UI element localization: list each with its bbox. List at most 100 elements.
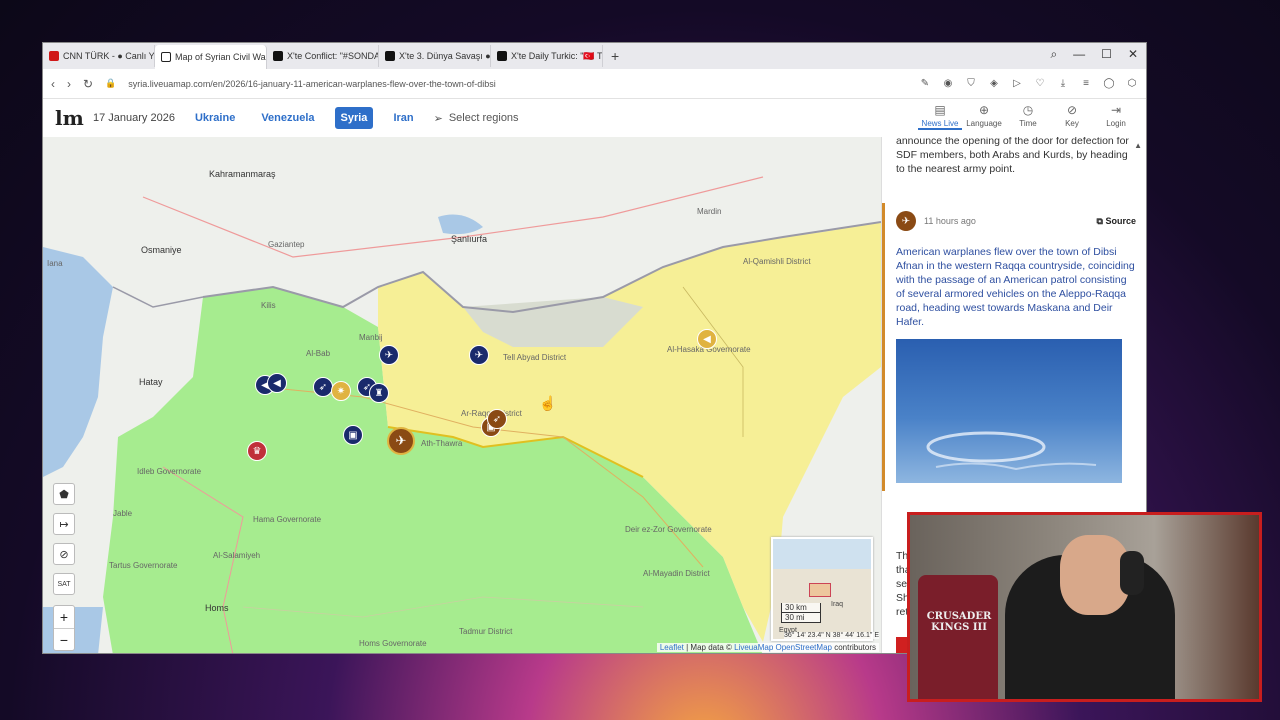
news-time: 11 hours ago: [924, 216, 976, 226]
reload-icon[interactable]: ↻: [83, 77, 93, 91]
scale-bar: 30 km 30 mi: [781, 603, 821, 623]
airplane-marker[interactable]: ✈: [469, 345, 489, 365]
header-menu: ▤ News Live ⊕ Language ◷ Time ⊘ Key ⇥ Lo…: [918, 101, 1138, 130]
site-header: lm 17 January 2026 Ukraine Venezuela Syr…: [43, 99, 1146, 137]
navigation-arrow-icon: ➢: [433, 112, 443, 125]
label-kahramanmaras: Kahramanmaraş: [209, 169, 276, 179]
label-jable: Jable: [113, 509, 133, 518]
camera-icon[interactable]: ◉: [942, 78, 954, 89]
clock-icon: ◷: [1022, 103, 1034, 117]
vpn-icon[interactable]: ◈: [988, 78, 1000, 89]
minimize-icon[interactable]: —: [1073, 47, 1085, 62]
region-venezuela[interactable]: Venezuela: [255, 107, 320, 129]
rocket-marker[interactable]: ➶: [313, 377, 333, 397]
login-button[interactable]: ⇥ Login: [1094, 101, 1138, 130]
hide-layers-button[interactable]: ⊘: [53, 543, 75, 565]
megaphone-marker[interactable]: ◀: [697, 329, 717, 349]
liveuamap-logo[interactable]: lm: [55, 106, 84, 130]
cursor-coordinates: 36° 14' 23.4" N 38° 44' 16.1" E: [784, 632, 879, 639]
back-icon[interactable]: ‹: [51, 77, 55, 91]
language-button[interactable]: ⊕ Language: [962, 101, 1006, 130]
heart-icon[interactable]: ♡: [1034, 78, 1046, 89]
profile-icon[interactable]: ◯: [1103, 78, 1115, 89]
headset-icon: [1120, 551, 1144, 595]
label-tadmur: Tadmur District: [459, 627, 513, 636]
crown-marker[interactable]: ♛: [247, 441, 267, 461]
explosion-marker[interactable]: ✷: [331, 381, 351, 401]
new-tab-button[interactable]: +: [603, 48, 627, 64]
region-syria[interactable]: Syria: [334, 107, 374, 129]
tab-x-dunya[interactable]: X'te 3. Dünya Savaşı ●: [379, 45, 491, 67]
tab-x-conflict[interactable]: X'te Conflict: "#SONDAKİ: [267, 45, 379, 67]
url-field[interactable]: syria.liveuamap.com/en/2026/16-january-1…: [128, 79, 907, 89]
close-icon[interactable]: ✕: [1128, 47, 1138, 62]
satellite-button[interactable]: SAT: [53, 573, 75, 595]
x-icon: [497, 51, 507, 61]
label-al-salamiyeh: Al-Salamiyeh: [213, 551, 261, 560]
label-hama-gov: Hama Governorate: [253, 515, 322, 524]
tab-liveuamap[interactable]: Map of Syrian Civil War - ✕: [155, 45, 267, 69]
login-icon: ⇥: [1110, 103, 1122, 117]
soldier-marker[interactable]: ♜: [369, 383, 389, 403]
map-canvas[interactable]: Kahramanmaraş Osmaniye Gaziantep Şanlıur…: [43, 137, 881, 653]
news-text: American warplanes flew over the town of…: [896, 246, 1135, 328]
external-link-icon: ⧉: [1096, 215, 1103, 226]
zoom-out-button[interactable]: −: [54, 628, 74, 650]
chevron-up-icon[interactable]: ▲: [1134, 141, 1142, 150]
tab-cnn-turk[interactable]: CNN TÜRK - ● Canlı Yay: [43, 45, 155, 67]
tab-x-daily-turkic[interactable]: X'te Daily Turkic: "🇹🇷 Turki: [491, 45, 603, 67]
compass-icon: ⊘: [1066, 103, 1078, 117]
zoom-control: + −: [53, 605, 75, 651]
time-button[interactable]: ◷ Time: [1006, 101, 1050, 130]
menu-icon[interactable]: ≡: [1080, 78, 1092, 89]
label-homs: Homs: [205, 603, 229, 613]
label-sanliurfa: Şanlıurfa: [451, 234, 488, 244]
address-bar: ‹ › ↻ 🔒 syria.liveuamap.com/en/2026/16-j…: [43, 69, 1146, 99]
label-idleb-gov: Idleb Governorate: [137, 467, 202, 476]
news-live-button[interactable]: ▤ News Live: [918, 101, 962, 130]
rocket-marker[interactable]: ➶: [487, 409, 507, 429]
map-shapes: [43, 176, 881, 653]
region-ukraine[interactable]: Ukraine: [189, 107, 241, 129]
label-iana: Iana: [47, 259, 63, 268]
airplane-marker[interactable]: ✈: [379, 345, 399, 365]
label-tell-abyad: Tell Abyad District: [503, 353, 567, 362]
browser-toolbar: ✎ ◉ ⛉ ◈ ▷ ♡ ⤓ ≡ ◯ ⬡: [919, 78, 1138, 89]
label-tartus: Tartus Governorate: [109, 561, 178, 570]
label-mardin: Mardin: [697, 207, 722, 216]
play-icon[interactable]: ▷: [1011, 78, 1023, 89]
news-image[interactable]: [896, 339, 1122, 483]
megaphone-marker[interactable]: ◀: [267, 373, 287, 393]
globe-icon: ⊕: [978, 103, 990, 117]
forward-icon[interactable]: ›: [67, 77, 71, 91]
search-icon[interactable]: ⌕: [1050, 47, 1057, 62]
label-kilis: Kilis: [261, 301, 276, 310]
label-ath-thawra: Ath-Thawra: [421, 439, 463, 448]
x-icon: [385, 51, 395, 61]
extension-icon[interactable]: ⬡: [1126, 78, 1138, 89]
liveuamap-icon: [161, 52, 171, 62]
region-iran[interactable]: Iran: [387, 107, 419, 129]
edit-icon[interactable]: ✎: [919, 78, 931, 89]
label-hatay: Hatay: [139, 377, 163, 387]
news-item[interactable]: ✈ 11 hours ago ⧉ Source American warplan…: [882, 203, 1146, 491]
maximize-icon[interactable]: ☐: [1101, 47, 1112, 62]
zoom-in-button[interactable]: +: [54, 606, 74, 628]
news-icon: ▤: [934, 103, 946, 117]
map-attribution: Leaflet | Map data © LiveuaMap OpenStree…: [656, 643, 879, 652]
shield-icon[interactable]: ⛉: [965, 78, 977, 89]
key-button[interactable]: ⊘ Key: [1050, 101, 1094, 130]
lock-icon[interactable]: 🔒: [105, 78, 116, 89]
tab-bar: CNN TÜRK - ● Canlı Yay Map of Syrian Civ…: [43, 43, 1146, 69]
airplane-icon: ✈: [896, 211, 916, 231]
draw-polygon-button[interactable]: ⬟: [53, 483, 75, 505]
measure-button[interactable]: ↦: [53, 513, 75, 535]
source-link[interactable]: ⧉ Source: [1097, 216, 1136, 227]
truck-marker[interactable]: ▣: [343, 425, 363, 445]
airplane-marker-highlighted[interactable]: ✈: [387, 427, 415, 455]
select-regions-button[interactable]: ➢ Select regions: [434, 112, 519, 125]
label-homs-gov: Homs Governorate: [359, 639, 427, 648]
minimap[interactable]: Iraq Egypt: [771, 537, 873, 641]
window-controls: ⌕ — ☐ ✕: [1050, 47, 1138, 62]
download-icon[interactable]: ⤓: [1057, 78, 1069, 89]
